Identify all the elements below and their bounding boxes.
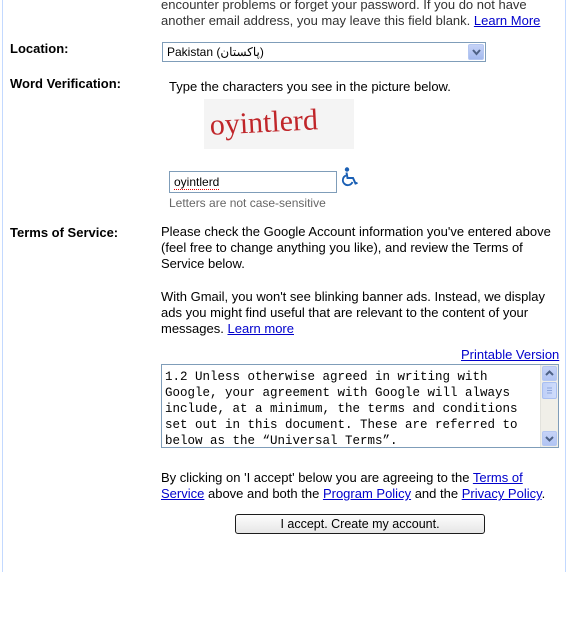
location-label: Location:: [10, 41, 69, 56]
frame-right-border: [565, 0, 566, 572]
printable-version-link[interactable]: Printable Version: [461, 347, 559, 362]
intro-line-1: encounter problems or forget your passwo…: [161, 0, 527, 12]
learn-more-link[interactable]: Learn More: [474, 13, 540, 28]
scroll-up-button[interactable]: [542, 366, 557, 381]
location-select[interactable]: Pakistan (پاکستان): [162, 42, 486, 62]
word-verification-label: Word Verification:: [10, 76, 121, 91]
scroll-down-button[interactable]: [542, 431, 557, 446]
chevron-down-icon[interactable]: [468, 44, 484, 60]
accept-create-account-button[interactable]: I accept. Create my account.: [235, 514, 485, 534]
terms-textarea[interactable]: 1.2 Unless otherwise agreed in writing w…: [161, 364, 559, 448]
terms-scrollbar[interactable]: [540, 365, 558, 447]
ads-learn-more-link[interactable]: Learn more: [228, 321, 294, 336]
case-sensitivity-hint: Letters are not case-sensitive: [169, 196, 326, 210]
captcha-input-value: oyintlerd: [174, 175, 220, 190]
captcha-instruction: Type the characters you see in the pictu…: [169, 79, 451, 94]
intro-line-2: another email address, you may leave thi…: [161, 13, 541, 28]
wheelchair-icon[interactable]: [341, 167, 359, 187]
email-help-text: encounter problems or forget your passwo…: [161, 0, 556, 29]
terms-label: Terms of Service:: [10, 225, 119, 240]
terms-text: 1.2 Unless otherwise agreed in writing w…: [165, 370, 518, 448]
captcha-image: oyintlerd: [204, 99, 354, 149]
terms-intro-paragraph: Please check the Google Account informat…: [161, 224, 551, 271]
program-policy-link[interactable]: Program Policy: [323, 486, 411, 501]
gmail-ads-paragraph: With Gmail, you won't see blinking banne…: [161, 289, 546, 336]
privacy-policy-link[interactable]: Privacy Policy: [462, 486, 542, 501]
agreement-text: By clicking on 'I accept' below you are …: [161, 470, 546, 501]
captcha-input[interactable]: oyintlerd: [169, 171, 337, 193]
frame-left-border: [2, 0, 3, 572]
captcha-image-text: oyintlerd: [209, 103, 319, 142]
scroll-thumb[interactable]: [542, 382, 557, 399]
location-selected-value: Pakistan (پاکستان): [167, 45, 264, 59]
